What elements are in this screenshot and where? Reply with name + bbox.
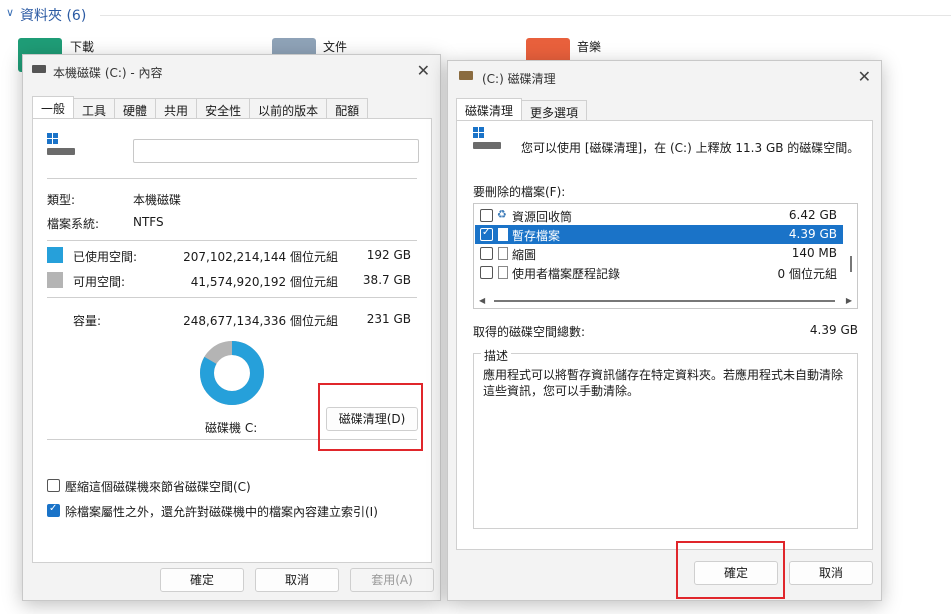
folder-label-documents[interactable]: 文件 (323, 38, 347, 55)
list-item[interactable]: ♻ 資源回收筒 6.42 GB (475, 206, 843, 225)
dialog-title: (C:) 磁碟清理 (482, 72, 556, 86)
file-icon (498, 247, 508, 260)
drive-name-input[interactable] (133, 139, 419, 163)
item-name: 資源回收筒 (512, 210, 573, 224)
cleanup-panel: 您可以使用 [磁碟清理]，在 (C:) 上釋放 11.3 GB 的磁碟空間。 要… (456, 120, 873, 550)
capacity-size: 231 GB (366, 312, 411, 326)
folder-label-downloads[interactable]: 下載 (70, 38, 94, 55)
filesystem-label: 檔案系統: (47, 217, 100, 231)
highlight-box (318, 383, 423, 451)
horizontal-scrollbar[interactable] (494, 300, 835, 302)
divider (47, 240, 417, 241)
item-size: 140 MB (791, 246, 837, 260)
list-item[interactable]: 暫存檔案 4.39 GB (475, 225, 843, 244)
used-space-label: 已使用空間: (73, 250, 138, 264)
used-space-bytes: 207,102,214,144 個位元組 (183, 250, 338, 264)
vertical-scrollbar[interactable] (850, 256, 852, 272)
files-to-delete-label: 要刪除的檔案(F): (473, 185, 566, 199)
cleanup-icon (459, 71, 473, 80)
capacity-bytes: 248,677,134,336 個位元組 (183, 314, 338, 328)
file-icon (498, 228, 508, 241)
allow-indexing-checkbox[interactable] (47, 503, 60, 517)
tab-quota[interactable]: 配額 (326, 98, 369, 118)
tab-security[interactable]: 安全性 (196, 98, 251, 118)
drive-letter-label: 磁碟機 C: (205, 421, 258, 435)
used-space-size: 192 GB (366, 248, 411, 262)
tab-previous-versions[interactable]: 以前的版本 (249, 98, 328, 118)
compress-drive-checkbox[interactable] (47, 479, 60, 492)
title-bar: 本機磁碟 (C:) - 內容 ✕ (23, 55, 440, 87)
compress-drive-label[interactable]: 壓縮這個磁碟機來節省磁碟空間(C) (65, 478, 251, 495)
disk-usage-donut (200, 341, 264, 405)
disk-cleanup-dialog: (C:) 磁碟清理 ✕ 磁碟清理 更多選項 您可以使用 [磁碟清理]，在 (C:… (447, 60, 882, 601)
cleanup-intro-text: 您可以使用 [磁碟清理]，在 (C:) 上釋放 11.3 GB 的磁碟空間。 (521, 141, 860, 155)
title-bar: (C:) 磁碟清理 ✕ (448, 61, 881, 93)
list-item[interactable]: 縮圖 140 MB (475, 244, 843, 263)
description-title: 描述 (481, 347, 512, 364)
free-space-swatch (47, 272, 63, 288)
ok-button[interactable]: 確定 (160, 568, 244, 592)
folder-label-music[interactable]: 音樂 (577, 38, 601, 55)
item-name: 使用者檔案歷程記錄 (512, 267, 621, 281)
tab-general[interactable]: 一般 (32, 96, 75, 118)
file-icon (498, 266, 508, 279)
cancel-button[interactable]: 取消 (255, 568, 339, 592)
recycle-bin-icon: ♻ (497, 208, 507, 221)
description-text: 應用程式可以將暫存資訊儲存在特定資料夾。若應用程式未自動清除這些資訊，您可以手動… (483, 368, 844, 398)
tab-hardware[interactable]: 硬體 (114, 98, 157, 118)
drive-properties-dialog: 本機磁碟 (C:) - 內容 ✕ 一般 工具 硬體 共用 安全性 以前的版本 配… (22, 54, 441, 601)
dialog-title: 本機磁碟 (C:) - 內容 (53, 66, 163, 80)
divider (47, 178, 417, 179)
list-item[interactable]: 使用者檔案歷程記錄 0 個位元組 (475, 263, 843, 282)
type-label: 類型: (47, 193, 76, 207)
filesystem-value: NTFS (133, 215, 164, 229)
item-checkbox[interactable] (480, 266, 493, 279)
tab-strip: 磁碟清理 更多選項 (456, 98, 588, 120)
free-space-label: 可用空間: (73, 275, 126, 289)
scroll-right-icon[interactable]: ▶ (846, 296, 852, 305)
apply-button[interactable]: 套用(A) (350, 568, 434, 592)
tab-more-options[interactable]: 更多選項 (521, 100, 588, 120)
free-space-bytes: 41,574,920,192 個位元組 (190, 275, 338, 289)
item-size: 4.39 GB (788, 227, 837, 241)
drive-icon (32, 65, 46, 73)
tab-sharing[interactable]: 共用 (155, 98, 198, 118)
item-checkbox[interactable] (480, 227, 493, 241)
cancel-button[interactable]: 取消 (789, 561, 873, 585)
total-space-value: 4.39 GB (809, 323, 858, 337)
files-list[interactable]: ♻ 資源回收筒 6.42 GB 暫存檔案 4.39 GB 縮圖 140 MB 使… (473, 203, 858, 309)
used-space-swatch (47, 247, 63, 263)
total-space-label: 取得的磁碟空間總數: (473, 325, 586, 339)
capacity-label: 容量: (73, 314, 102, 328)
tab-tools[interactable]: 工具 (73, 98, 116, 118)
item-size: 6.42 GB (788, 208, 837, 222)
tab-strip: 一般 工具 硬體 共用 安全性 以前的版本 配額 (32, 96, 369, 118)
chevron-down-icon: ∨ (6, 6, 15, 19)
divider (47, 297, 417, 298)
item-checkbox[interactable] (480, 209, 493, 222)
type-value: 本機磁碟 (133, 193, 182, 207)
close-icon[interactable]: ✕ (858, 67, 871, 86)
close-icon[interactable]: ✕ (417, 61, 430, 80)
section-title: 資料夾 (6) (20, 8, 87, 24)
divider (100, 15, 951, 16)
tab-disk-cleanup[interactable]: 磁碟清理 (456, 98, 523, 120)
free-space-size: 38.7 GB (362, 273, 411, 287)
highlight-box (676, 541, 785, 599)
folders-section-header[interactable]: ∨ 資料夾 (6) (0, 0, 951, 28)
general-panel: 類型: 本機磁碟 檔案系統: NTFS 已使用空間: 207,102,214,1… (32, 118, 432, 563)
item-name: 縮圖 (512, 248, 537, 262)
item-checkbox[interactable] (480, 247, 493, 260)
allow-indexing-label[interactable]: 除檔案屬性之外，還允許對磁碟機中的檔案內容建立索引(I) (65, 503, 378, 520)
item-name: 暫存檔案 (512, 229, 561, 243)
scroll-left-icon[interactable]: ◀ (479, 296, 485, 305)
item-size: 0 個位元組 (777, 267, 837, 281)
